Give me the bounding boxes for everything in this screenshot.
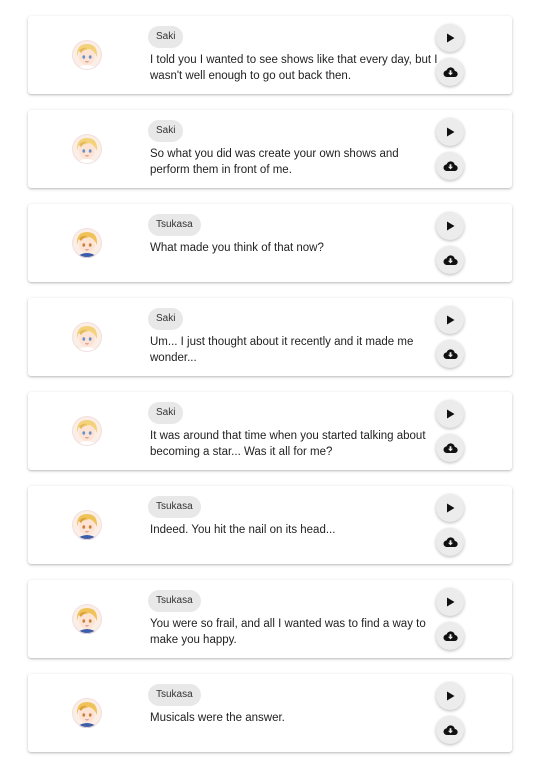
cloud-download-icon <box>442 254 458 266</box>
voice-line-card: Saki So what you did was create your own… <box>28 110 512 188</box>
speaker-chip: Saki <box>148 402 184 424</box>
avatar <box>72 134 102 164</box>
cloud-download-icon <box>442 442 458 454</box>
play-icon <box>444 690 456 702</box>
play-button[interactable] <box>436 306 464 334</box>
cloud-download-icon <box>442 536 458 548</box>
speaker-chip: Tsukasa <box>148 214 201 236</box>
play-icon <box>444 408 456 420</box>
avatar <box>72 510 102 540</box>
speaker-chip: Saki <box>148 26 184 48</box>
voice-line-list: Saki I told you I wanted to see shows li… <box>0 0 540 758</box>
play-icon <box>444 32 456 44</box>
line-text: Indeed. You hit the nail on its head... <box>150 524 336 536</box>
download-button[interactable] <box>436 622 464 650</box>
play-button[interactable] <box>436 682 464 710</box>
cloud-download-icon <box>442 724 458 736</box>
play-icon <box>444 502 456 514</box>
cloud-download-icon <box>442 160 458 172</box>
play-icon <box>444 220 456 232</box>
speaker-chip: Tsukasa <box>148 496 201 518</box>
voice-line-card: Saki It was around that time when you st… <box>28 392 512 470</box>
cloud-download-icon <box>442 348 458 360</box>
download-button[interactable] <box>436 152 464 180</box>
avatar <box>72 416 102 446</box>
download-button[interactable] <box>436 58 464 86</box>
cloud-download-icon <box>442 66 458 78</box>
voice-line-card: Tsukasa Musicals were the answer. <box>28 674 512 752</box>
voice-line-card: Tsukasa You were so frail, and all I wan… <box>28 580 512 658</box>
line-text: I told you I wanted to see shows like th… <box>150 54 438 82</box>
avatar <box>72 228 102 258</box>
line-text: What made you think of that now? <box>150 242 324 254</box>
avatar <box>72 322 102 352</box>
play-button[interactable] <box>436 118 464 146</box>
speaker-chip: Saki <box>148 120 184 142</box>
play-icon <box>444 596 456 608</box>
download-button[interactable] <box>436 528 464 556</box>
line-text: So what you did was create your own show… <box>150 148 399 176</box>
speaker-chip: Tsukasa <box>148 590 201 612</box>
avatar <box>72 698 102 728</box>
download-button[interactable] <box>436 716 464 744</box>
line-text: You were so frail, and all I wanted was … <box>150 618 426 646</box>
play-icon <box>444 126 456 138</box>
play-button[interactable] <box>436 400 464 428</box>
speaker-chip: Saki <box>148 308 184 330</box>
voice-line-card: Saki I told you I wanted to see shows li… <box>28 16 512 94</box>
download-button[interactable] <box>436 434 464 462</box>
play-button[interactable] <box>436 212 464 240</box>
download-button[interactable] <box>436 340 464 368</box>
voice-line-card: Tsukasa What made you think of that now? <box>28 204 512 282</box>
voice-line-card: Tsukasa Indeed. You hit the nail on its … <box>28 486 512 564</box>
play-button[interactable] <box>436 588 464 616</box>
line-text: Um... I just thought about it recently a… <box>150 336 414 364</box>
play-button[interactable] <box>436 494 464 522</box>
play-button[interactable] <box>436 24 464 52</box>
line-text: It was around that time when you started… <box>150 430 426 458</box>
speaker-chip: Tsukasa <box>148 684 201 706</box>
avatar <box>72 604 102 634</box>
avatar <box>72 40 102 70</box>
play-icon <box>444 314 456 326</box>
cloud-download-icon <box>442 630 458 642</box>
download-button[interactable] <box>436 246 464 274</box>
line-text: Musicals were the answer. <box>150 712 285 724</box>
voice-line-card: Saki Um... I just thought about it recen… <box>28 298 512 376</box>
